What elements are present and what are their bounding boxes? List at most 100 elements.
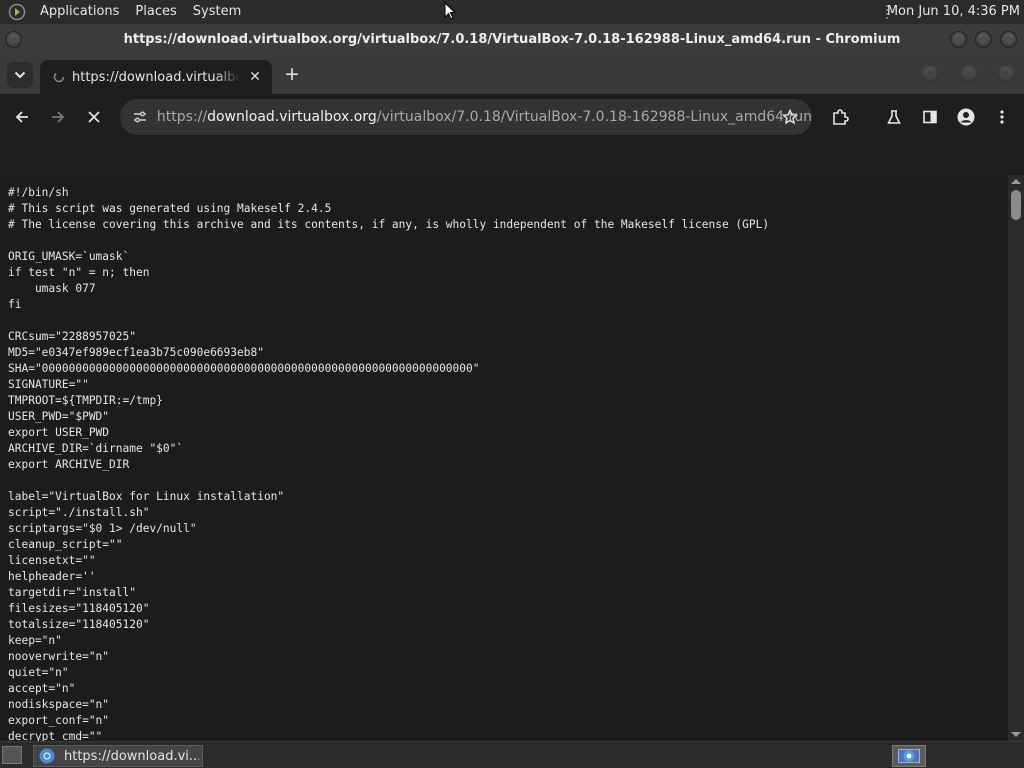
- source-line: label="VirtualBox for Linux installation…: [8, 490, 285, 503]
- system-top-panel: Applications Places System Mon Jun 10, 4…: [0, 0, 1024, 24]
- bottom-taskbar: https://download.vi...: [0, 741, 1024, 768]
- source-line: TMPROOT=${TMPDIR:=/tmp}: [8, 394, 163, 407]
- window-menu-icon[interactable]: [5, 31, 22, 48]
- flask-icon: [887, 110, 901, 124]
- source-line: # The license covering this archive and …: [8, 218, 770, 231]
- back-button[interactable]: [10, 105, 34, 129]
- page-content[interactable]: #!/bin/sh # This script was generated usi…: [0, 175, 1008, 741]
- tab-close-button[interactable]: ✕: [246, 68, 264, 86]
- mouse-pointer-icon: [444, 1, 457, 24]
- source-line: fi: [8, 298, 22, 311]
- profile-icon: [957, 108, 975, 126]
- source-line: export_conf="n": [8, 714, 110, 727]
- stop-loading-button[interactable]: [82, 105, 106, 129]
- tab-search-button[interactable]: [7, 62, 33, 88]
- arrow-right-icon: [52, 111, 65, 123]
- source-line: quiet="n": [8, 666, 69, 679]
- menu-places[interactable]: Places: [127, 0, 184, 24]
- scroll-down-icon[interactable]: [1011, 732, 1021, 737]
- source-line: umask 077: [8, 282, 96, 295]
- workspace-chromium-icon: [898, 749, 920, 763]
- chevron-down-icon: [14, 71, 26, 79]
- extensions-button[interactable]: [828, 105, 852, 129]
- profile-button[interactable]: [954, 105, 978, 129]
- plain-text-source: #!/bin/sh # This script was generated usi…: [8, 185, 769, 741]
- source-line: keep="n": [8, 634, 62, 647]
- browser-toolbar: https://download.virtualbox.org/virtualb…: [0, 94, 1024, 140]
- tab-strip: https://download.virtualbox.org/virtualb…: [0, 55, 1024, 94]
- scrollbar-thumb[interactable]: [1011, 190, 1021, 220]
- source-line: if test "n" = n; then: [8, 266, 150, 279]
- close-icon: [88, 111, 100, 123]
- taskbar-window-button[interactable]: https://download.vi...: [33, 745, 203, 767]
- menu-system[interactable]: System: [185, 0, 249, 24]
- distro-logo-icon[interactable]: [6, 1, 28, 23]
- url-path: /virtualbox/7.0.18/VirtualBox-7.0.18-162…: [376, 109, 812, 125]
- source-line: export ARCHIVE_DIR: [8, 458, 130, 471]
- chromium-icon: [38, 747, 56, 765]
- new-tab-button[interactable]: +: [281, 63, 303, 85]
- source-line: targetdir="install": [8, 586, 136, 599]
- scroll-up-icon[interactable]: [1011, 179, 1021, 184]
- side-panel-button[interactable]: [918, 105, 942, 129]
- address-bar-url: https://download.virtualbox.org/virtualb…: [157, 109, 812, 125]
- minimize-icon[interactable]: [950, 31, 967, 48]
- source-line: nooverwrite="n": [8, 650, 110, 663]
- system-menu-bar: Applications Places System: [0, 0, 249, 24]
- source-line: ARCHIVE_DIR=`dirname "$0"`: [8, 442, 184, 455]
- star-icon: [782, 109, 798, 125]
- source-line: helpheader='': [8, 570, 96, 583]
- forward-button[interactable]: [46, 105, 70, 129]
- source-line: decrypt_cmd="": [8, 730, 103, 741]
- workspace-switcher[interactable]: [892, 745, 926, 767]
- labs-button[interactable]: [882, 105, 906, 129]
- taskbar-window-label: https://download.vi...: [64, 748, 199, 764]
- tab-title: https://download.virtualbox.org/virtualb…: [72, 69, 240, 85]
- window-titlebar[interactable]: https://download.virtualbox.org/virtualb…: [0, 24, 1024, 55]
- close-window-icon[interactable]: [1000, 31, 1017, 48]
- browser-menu-button[interactable]: [990, 105, 1014, 129]
- menu-applications[interactable]: Applications: [32, 0, 127, 24]
- arrow-left-icon: [15, 111, 28, 123]
- window-title: https://download.virtualbox.org/virtualb…: [123, 32, 901, 47]
- puzzle-icon: [833, 109, 849, 125]
- source-line: SIGNATURE="": [8, 378, 89, 391]
- source-line: # This script was generated using Makese…: [8, 202, 332, 215]
- source-line: CRCsum="2288957025": [8, 330, 136, 343]
- source-line: ORIG_UMASK=`umask`: [8, 250, 130, 263]
- source-line: accept="n": [8, 682, 76, 695]
- bookmark-star-button[interactable]: [780, 107, 800, 127]
- chromium-close-icon[interactable]: [997, 65, 1015, 83]
- url-scheme: https://: [156, 109, 208, 125]
- source-line: [8, 473, 769, 489]
- source-line: totalsize="118405120": [8, 618, 150, 631]
- source-line: licensetxt="": [8, 554, 96, 567]
- address-bar[interactable]: https://download.virtualbox.org/virtualb…: [120, 99, 812, 135]
- source-line: nodiskspace="n": [8, 698, 110, 711]
- plus-icon: +: [284, 63, 300, 85]
- source-line: export USER_PWD: [8, 426, 110, 439]
- source-line: scriptargs="$0 1> /dev/null": [8, 522, 197, 535]
- maximize-icon[interactable]: [975, 31, 992, 48]
- close-icon: ✕: [249, 69, 261, 85]
- source-line: SHA="00000000000000000000000000000000000…: [8, 362, 480, 375]
- chromium-minimize-icon[interactable]: [921, 65, 939, 83]
- tune-icon[interactable]: [130, 107, 150, 127]
- panel-clock[interactable]: Mon Jun 10, 4:36 PM: [873, 0, 1020, 24]
- source-line: MD5="e0347ef989ecf1ea3b75c090e6693eb8": [8, 346, 264, 359]
- source-line: [8, 313, 769, 329]
- tab-active[interactable]: https://download.virtualbox.org/virtualb…: [40, 60, 272, 94]
- side-panel-icon: [923, 110, 937, 124]
- show-desktop-icon[interactable]: [2, 746, 22, 764]
- source-line: cleanup_script="": [8, 538, 123, 551]
- source-line: [8, 233, 769, 249]
- loading-spinner-icon: [50, 68, 68, 86]
- chromium-maximize-icon[interactable]: [960, 65, 978, 83]
- source-line: filesizes="118405120": [8, 602, 150, 615]
- url-host: download.virtualbox.org: [207, 109, 377, 125]
- kebab-menu-icon: [1000, 110, 1004, 124]
- source-line: script="./install.sh": [8, 506, 150, 519]
- source-line: USER_PWD="$PWD": [8, 410, 110, 423]
- source-line: #!/bin/sh: [8, 186, 69, 199]
- vertical-scrollbar[interactable]: [1008, 175, 1024, 741]
